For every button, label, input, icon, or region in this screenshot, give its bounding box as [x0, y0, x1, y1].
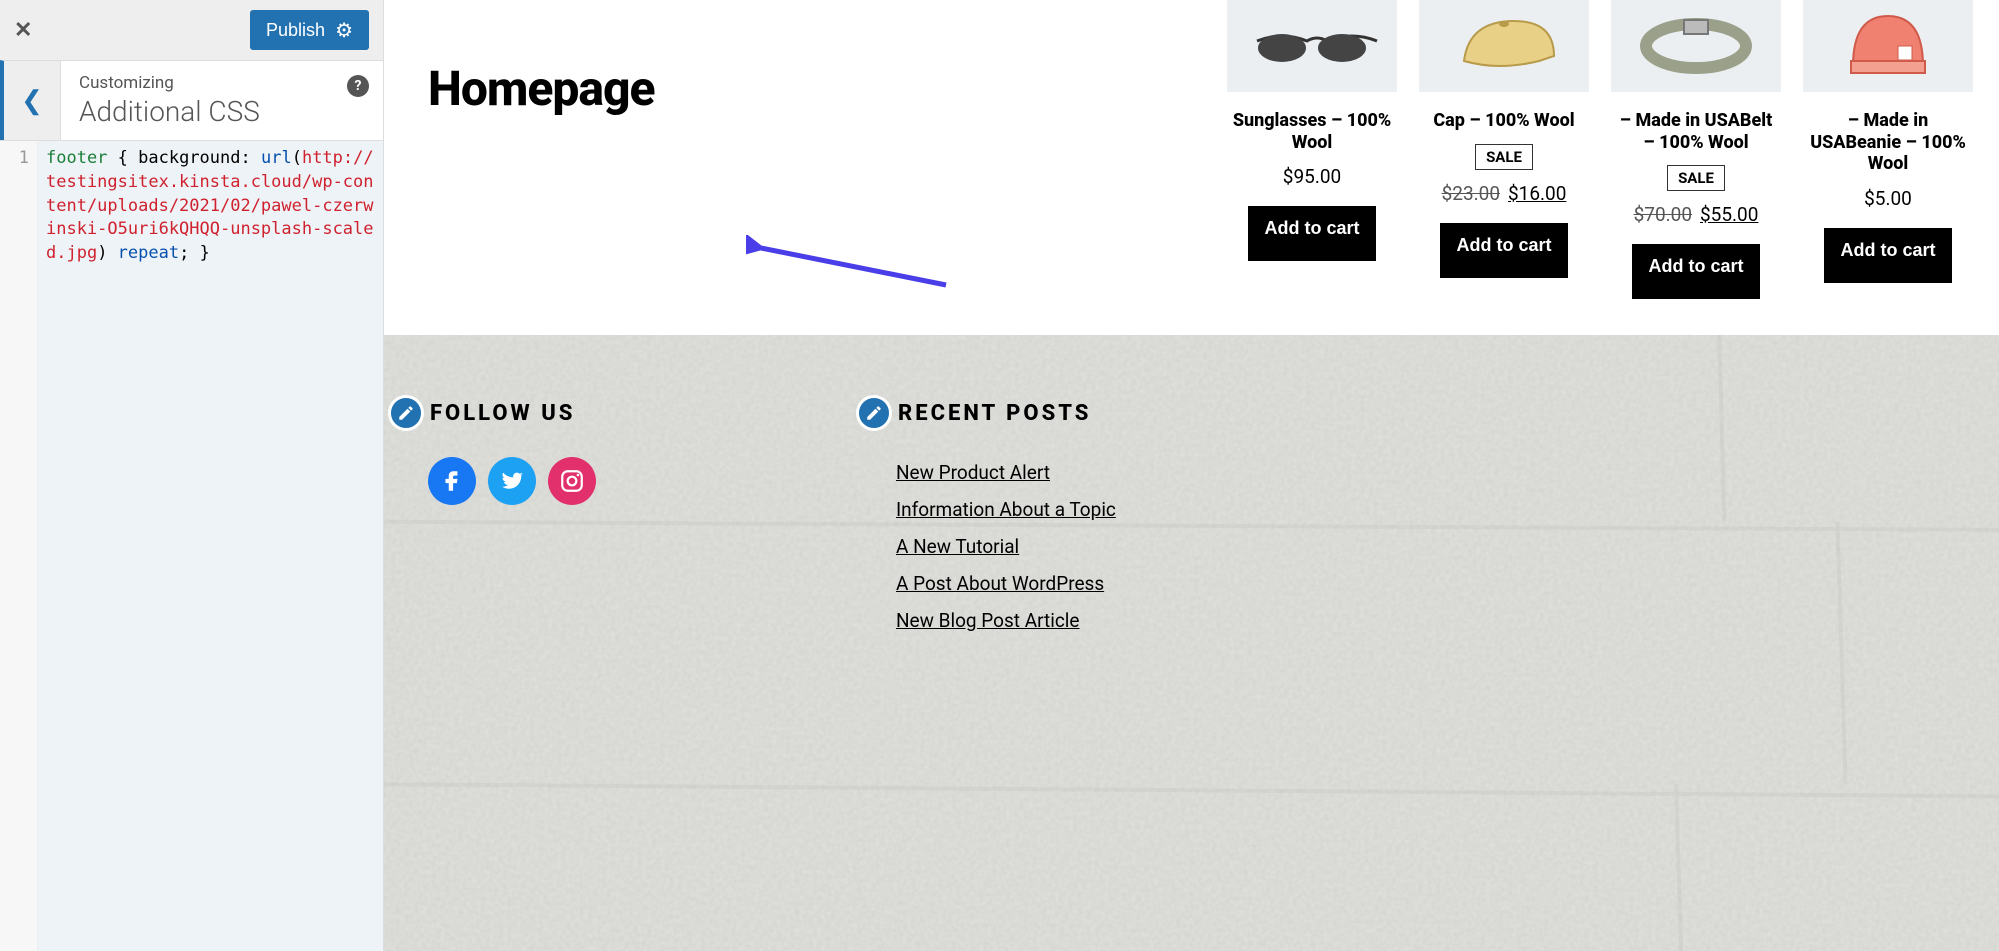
facebook-link[interactable]	[428, 457, 476, 505]
publish-label: Publish	[266, 20, 325, 41]
sale-badge: SALE	[1475, 144, 1533, 170]
product-image[interactable]	[1227, 0, 1397, 92]
product-price: $5.00	[1803, 187, 1973, 210]
product-card: – Made in USABelt – 100% Wool SALE $70.0…	[1611, 0, 1781, 295]
page-title-block: Homepage	[428, 0, 655, 117]
instagram-icon	[559, 468, 585, 494]
beanie-icon	[1818, 6, 1958, 86]
preview-pane: Homepage Sunglasses – 100% Wool $95.00 A…	[384, 0, 1999, 951]
preview-top: Homepage Sunglasses – 100% Wool $95.00 A…	[384, 0, 1999, 295]
pencil-icon	[865, 404, 883, 422]
footer-recent-col: RECENT POSTS New Product Alert Informati…	[896, 395, 1116, 921]
product-image[interactable]	[1803, 0, 1973, 92]
gear-icon[interactable]: ⚙	[335, 18, 353, 43]
product-name: Cap – 100% Wool	[1419, 110, 1589, 132]
products-row: Sunglasses – 100% Wool $95.00 Add to car…	[1227, 0, 1999, 295]
edit-widget-button[interactable]	[388, 395, 424, 431]
line-gutter: 1	[0, 141, 38, 951]
css-code[interactable]: footer { background: url(http://testings…	[38, 141, 383, 951]
recent-post-link[interactable]: A New Tutorial	[896, 535, 1116, 558]
footer-heading-row: RECENT POSTS	[856, 395, 1116, 431]
recent-post-link[interactable]: New Product Alert	[896, 461, 1116, 484]
recent-post-link[interactable]: Information About a Topic	[896, 498, 1116, 521]
recent-post-link[interactable]: A Post About WordPress	[896, 572, 1116, 595]
instagram-link[interactable]	[548, 457, 596, 505]
site-footer: FOLLOW US RECENT POSTS New Product Alert…	[384, 335, 1999, 951]
footer-texture	[384, 335, 1999, 951]
facebook-icon	[439, 468, 465, 494]
follow-heading: FOLLOW US	[430, 401, 575, 426]
product-price: $23.00 $16.00	[1419, 182, 1589, 205]
css-editor[interactable]: 1 footer { background: url(http://testin…	[0, 140, 383, 951]
pencil-icon	[397, 404, 415, 422]
product-name: – Made in USABeanie – 100% Wool	[1803, 110, 1973, 175]
product-name: – Made in USABelt – 100% Wool	[1611, 110, 1781, 153]
customizer-panel: ✕ Publish ⚙ ❮ Customizing Additional CSS…	[0, 0, 384, 951]
customizer-header: ❮ Customizing Additional CSS ?	[0, 60, 383, 140]
twitter-icon	[499, 468, 525, 494]
sale-badge: SALE	[1667, 165, 1725, 191]
belt-icon	[1626, 6, 1766, 86]
product-name: Sunglasses – 100% Wool	[1227, 110, 1397, 153]
add-to-cart-button[interactable]: Add to cart	[1824, 228, 1951, 279]
footer-heading-row: FOLLOW US	[388, 395, 596, 431]
section-subtitle: Customizing	[79, 73, 365, 93]
help-icon[interactable]: ?	[347, 75, 369, 97]
cap-icon	[1434, 6, 1574, 86]
publish-button[interactable]: Publish ⚙	[250, 10, 369, 50]
footer-follow-col: FOLLOW US	[428, 395, 596, 921]
section-header: Customizing Additional CSS ?	[60, 60, 383, 140]
product-card: Sunglasses – 100% Wool $95.00 Add to car…	[1227, 0, 1397, 295]
customizer-top-bar: ✕ Publish ⚙	[0, 0, 383, 60]
recent-post-link[interactable]: New Blog Post Article	[896, 609, 1116, 632]
product-card: – Made in USABeanie – 100% Wool $5.00 Ad…	[1803, 0, 1973, 295]
section-title: Additional CSS	[79, 95, 365, 128]
product-image[interactable]	[1419, 0, 1589, 92]
chevron-left-icon: ❮	[21, 86, 43, 116]
edit-widget-button[interactable]	[856, 395, 892, 431]
product-card: Cap – 100% Wool SALE $23.00 $16.00 Add t…	[1419, 0, 1589, 295]
product-price: $95.00	[1227, 165, 1397, 188]
add-to-cart-button[interactable]: Add to cart	[1248, 206, 1375, 257]
social-icons	[428, 457, 596, 505]
sunglasses-icon	[1242, 6, 1382, 86]
product-image[interactable]	[1611, 0, 1781, 92]
twitter-link[interactable]	[488, 457, 536, 505]
add-to-cart-button[interactable]: Add to cart	[1632, 244, 1759, 295]
back-button[interactable]: ❮	[0, 60, 60, 140]
page-title: Homepage	[428, 60, 655, 117]
add-to-cart-button[interactable]: Add to cart	[1440, 223, 1567, 274]
recent-heading: RECENT POSTS	[898, 401, 1091, 426]
product-price: $70.00 $55.00	[1611, 203, 1781, 226]
close-icon[interactable]: ✕	[14, 18, 32, 43]
recent-posts-list: New Product Alert Information About a To…	[896, 461, 1116, 632]
